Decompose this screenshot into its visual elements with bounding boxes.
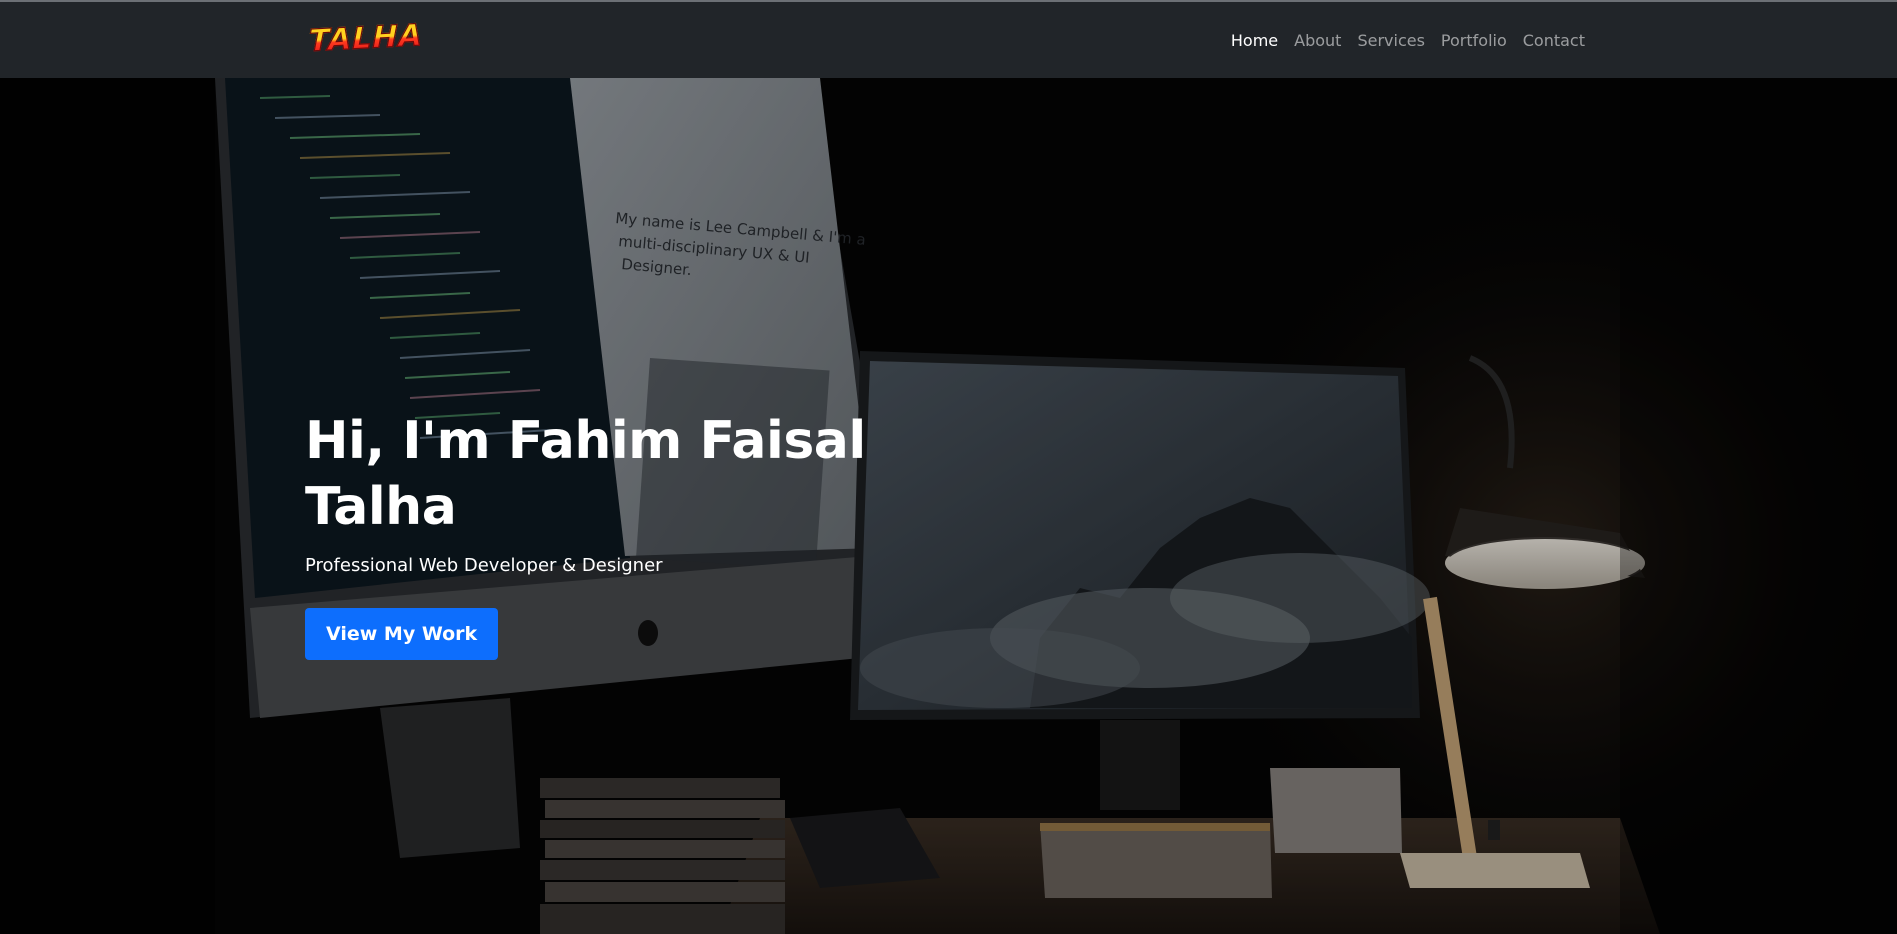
nav-link-contact[interactable]: Contact: [1515, 31, 1593, 50]
logo-text: TALHA: [308, 17, 423, 59]
navbar: TALHA Home About Services Portfolio Cont…: [0, 2, 1897, 78]
hero-section: My name is Lee Campbell & I'm a multi-di…: [0, 78, 1897, 934]
nav-link-services[interactable]: Services: [1349, 31, 1432, 50]
nav-link-about[interactable]: About: [1286, 31, 1349, 50]
page: TALHA Home About Services Portfolio Cont…: [0, 0, 1897, 934]
hero-title: Hi, I'm Fahim Faisal Talha: [305, 408, 925, 540]
hero-title-line2: Talha: [305, 477, 457, 537]
hero-content: Hi, I'm Fahim Faisal Talha Professional …: [305, 408, 925, 660]
hero-subtitle: Professional Web Developer & Designer: [305, 555, 663, 576]
hero-dark-overlay: [0, 78, 1897, 934]
view-my-work-button[interactable]: View My Work: [305, 608, 499, 660]
nav-link-home[interactable]: Home: [1223, 31, 1286, 50]
nav-links: Home About Services Portfolio Contact: [1223, 2, 1593, 78]
nav-link-portfolio[interactable]: Portfolio: [1433, 31, 1515, 50]
hero-title-line1: Hi, I'm Fahim Faisal: [305, 411, 866, 471]
brand-logo[interactable]: TALHA: [308, 17, 423, 59]
